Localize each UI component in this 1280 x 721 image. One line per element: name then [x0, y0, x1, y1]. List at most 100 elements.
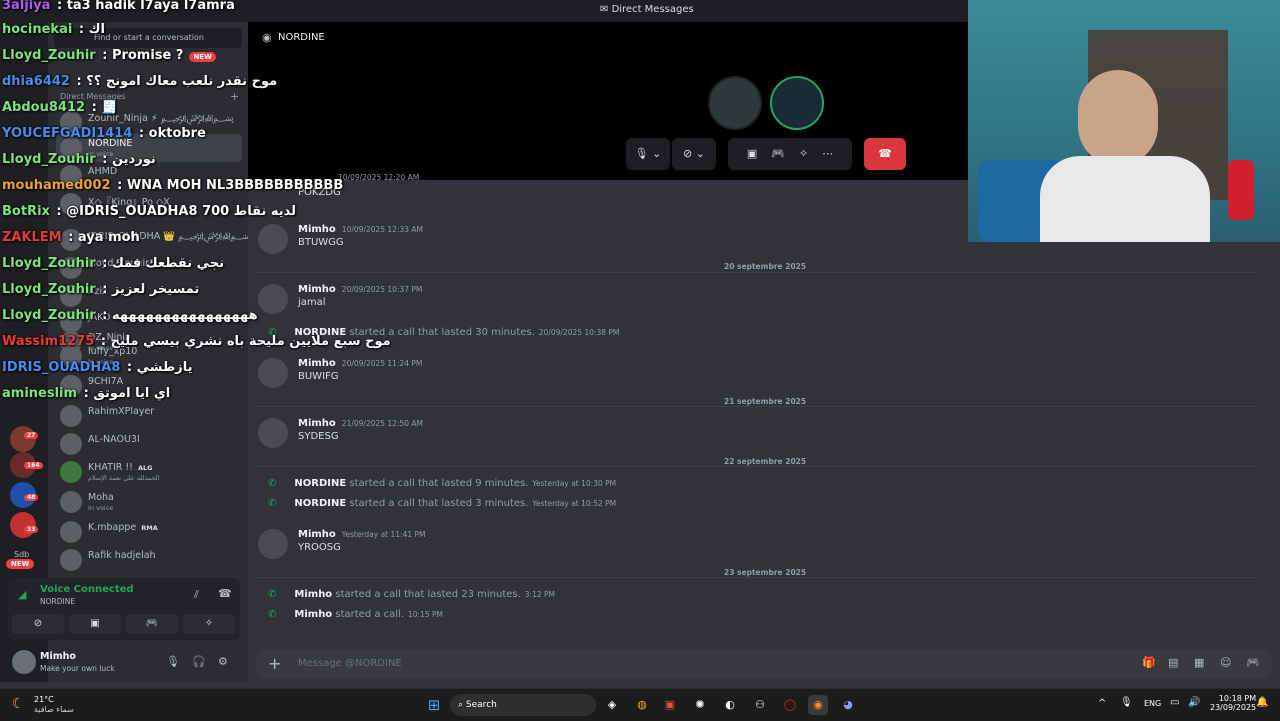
user-avatar[interactable]: [12, 650, 36, 674]
soundboard-button[interactable]: ✧: [183, 614, 235, 634]
overlay-chat-text: : موح نقدر نلعب معاك امونج ؟؟: [71, 74, 278, 89]
message-text: SYDESG: [298, 431, 339, 442]
server-label: Sdb: [14, 550, 30, 559]
dm-item[interactable]: K.mbappe RMA: [56, 518, 242, 546]
clan-tag: RMA: [139, 524, 160, 532]
dm-item[interactable]: Moha In voice: [56, 488, 242, 516]
avatar: [60, 549, 82, 571]
overlay-chat-line: 3aljiya : ta3 hadik l7aya l7amra: [2, 0, 235, 13]
clock[interactable]: 10:18 PM 23/09/2025: [1210, 694, 1256, 712]
dm-item[interactable]: KHATIR !! ALG الحمدلله على نعمة الإسلام: [56, 458, 242, 486]
volume-icon[interactable]: 🔊: [1188, 697, 1200, 708]
phone-icon: ✆: [268, 498, 277, 509]
overlay-chat-text: : يازطشي: [122, 360, 193, 375]
weather-temp[interactable]: 21°C: [34, 695, 54, 704]
overlay-chat-user: hocinekai: [2, 22, 73, 37]
call-participant-avatar[interactable]: [770, 76, 824, 130]
firefox-icon[interactable]: ◉: [808, 695, 828, 715]
discord-icon[interactable]: ◕: [838, 695, 858, 715]
disconnect-icon[interactable]: ☎: [218, 587, 232, 600]
network-icon[interactable]: ▭: [1170, 697, 1179, 708]
microphone-button[interactable]: 🎙 ⌄: [626, 138, 670, 170]
steam-icon[interactable]: ◈: [602, 695, 622, 715]
start-icon[interactable]: ⊞: [424, 695, 444, 715]
activity-icon[interactable]: 🎮: [771, 147, 785, 160]
avatar: [60, 491, 82, 513]
language-indicator[interactable]: ENG: [1144, 699, 1161, 708]
overlay-chat-text: : تمسيخر لعزيز: [97, 282, 200, 297]
unread-badge: 48: [24, 494, 39, 501]
overlay-chat-user: Lloyd_Zouhir: [2, 152, 96, 167]
app-icon[interactable]: ▣: [660, 695, 680, 715]
headphones-icon[interactable]: 🎧: [192, 655, 206, 668]
camera-off-button[interactable]: ⊘: [12, 614, 64, 634]
clan-tag: ALG: [135, 464, 155, 472]
overlay-chat-text: : WNA MOH NL3BBBBBBBBBBB: [112, 178, 344, 193]
overlay-chat-text: : oktobre: [134, 126, 206, 141]
date-divider: [258, 577, 1258, 578]
overlay-chat-user: YOUCEFGADI1414: [2, 126, 133, 141]
activity-button[interactable]: 🎮: [126, 614, 178, 634]
call-participant-avatar[interactable]: [708, 76, 762, 130]
camera-button[interactable]: ⊘ ⌄: [672, 138, 716, 170]
dm-icon: ✉: [600, 4, 612, 15]
end-call-button[interactable]: ☎: [864, 138, 906, 170]
overlay-chat-line: hocinekai : اك: [2, 22, 105, 37]
soundboard-icon[interactable]: ✧: [799, 147, 808, 160]
notification-icon[interactable]: 🔔: [1256, 697, 1268, 708]
message-author[interactable]: Mimho Yesterday at 11:41 PM: [298, 529, 426, 540]
add-attachment-icon[interactable]: +: [268, 654, 281, 673]
server-icon[interactable]: [10, 426, 36, 452]
overlay-chat-text: : اك: [74, 22, 105, 37]
overlay-chat-text: : ههههههههههههههههه: [97, 308, 258, 323]
gift-icon[interactable]: 🎁: [1142, 656, 1156, 669]
gear-icon[interactable]: ⚙: [218, 655, 228, 668]
overlay-chat-text: : نوردين: [97, 152, 156, 167]
chevron-up-icon[interactable]: ^: [1098, 698, 1106, 709]
dm-item[interactable]: Rafik hadjelah: [56, 546, 242, 574]
overlay-chat-line: Lloyd_Zouhir : نوردين: [2, 152, 156, 167]
taskbar-search[interactable]: ⌕ Search: [450, 694, 596, 716]
opera-icon[interactable]: ◯: [780, 695, 800, 715]
overlay-chat-user: Lloyd_Zouhir: [2, 282, 96, 297]
sticker-icon[interactable]: ▦: [1194, 656, 1204, 669]
app-icon[interactable]: ◐: [720, 695, 740, 715]
avatar[interactable]: [258, 418, 288, 448]
call-area: ◉ NORDINE 🎙 ⌄ ⊘ ⌄ ▣ 🎮 ✧ ⋯ ☎: [248, 22, 968, 180]
server-icon[interactable]: [10, 512, 36, 538]
user-panel: Mimho Make your own luck 🎙 🎧 ⚙: [8, 646, 240, 682]
overlay-chat-line: Lloyd_Zouhir : تمسيخر لعزيز: [2, 282, 199, 297]
call-controls-group: ▣ 🎮 ✧ ⋯: [728, 138, 852, 170]
screen-share-button[interactable]: ▣: [69, 614, 121, 634]
avatar: [60, 461, 82, 483]
apps-icon[interactable]: 🎮: [1246, 656, 1260, 669]
overlay-chat-text: : @IDRIS_OUADHA8 700 لديه نقاط: [51, 204, 297, 219]
dm-item[interactable]: AL-NAOU3I: [56, 430, 242, 458]
webcam-feed: [968, 0, 1280, 242]
phone-icon: ✆: [268, 609, 277, 620]
microphone-icon[interactable]: 🎙: [1120, 697, 1133, 708]
voice-channel: NORDINE: [40, 597, 76, 606]
message-author[interactable]: Mimho 21/09/2025 12:50 AM: [298, 418, 423, 429]
noise-suppression-icon[interactable]: ⫽: [194, 588, 199, 602]
emoji-icon[interactable]: ☺: [1220, 656, 1231, 669]
chrome-icon[interactable]: ◍: [632, 695, 652, 715]
overlay-chat-text: : Promise ?: [97, 48, 184, 63]
microphone-icon[interactable]: 🎙: [166, 655, 180, 668]
avatar[interactable]: [258, 529, 288, 559]
date-divider: [258, 272, 1258, 273]
call-log: ✆ NORDINE started a call that lasted 9 mi…: [268, 478, 617, 489]
voice-status[interactable]: Voice Connected: [40, 584, 134, 595]
overlay-chat-user: mouhamed002: [2, 178, 111, 193]
overlay-chat-text: : aya moh: [63, 230, 140, 245]
date-divider-label: 21 septembre 2025: [718, 397, 813, 406]
window-title: ✉ Direct Messages: [600, 4, 694, 15]
overlay-chat-text: : نجي نقطعك فمك: [97, 256, 225, 271]
unread-badge: 27: [24, 432, 39, 439]
message-input[interactable]: Message @NORDINE: [298, 658, 402, 669]
app-icon[interactable]: ⚇: [750, 695, 770, 715]
screen-share-icon[interactable]: ▣: [747, 147, 757, 160]
more-icon[interactable]: ⋯: [822, 147, 833, 160]
gif-icon[interactable]: ▤: [1168, 656, 1178, 669]
chatgpt-icon[interactable]: ✺: [690, 695, 710, 715]
